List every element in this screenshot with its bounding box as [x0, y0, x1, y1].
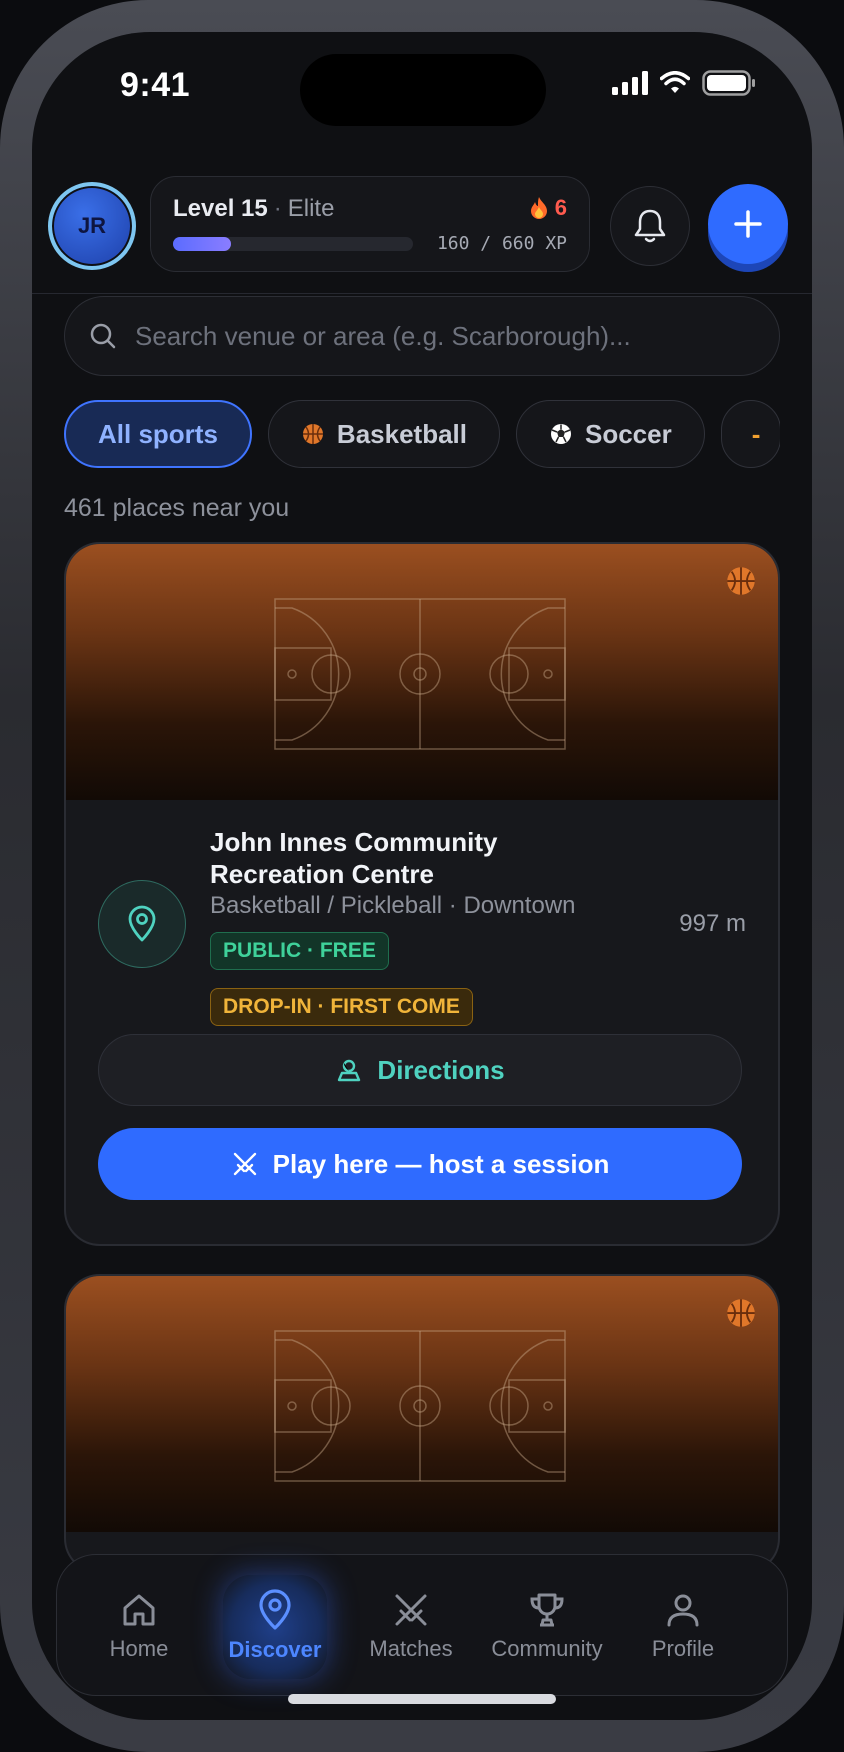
court-diagram [274, 1330, 566, 1482]
venue-distance: 997 m [679, 910, 746, 937]
tab-label: Matches [369, 1636, 453, 1661]
signal-icon [612, 71, 648, 95]
plus-icon [734, 210, 762, 238]
trophy-icon [530, 1593, 564, 1627]
sport-filter-chips: All sports Basketball Soccer - [64, 400, 780, 470]
basketball-icon [727, 567, 755, 595]
tab-profile[interactable]: Profile [615, 1555, 751, 1697]
battery-icon [702, 70, 755, 96]
tab-discover[interactable]: Discover [207, 1555, 343, 1697]
tab-label: Home [109, 1636, 169, 1661]
results-count: 461 places near you [64, 494, 290, 522]
map-person-icon [338, 1059, 361, 1082]
tab-matches[interactable]: Matches [343, 1555, 479, 1697]
wifi-icon [660, 71, 690, 93]
booking-tag: DROP-IN · FIRST COME [210, 988, 473, 1026]
chip-label: Basketball [336, 418, 467, 449]
basketball-icon [727, 1299, 755, 1327]
chip-basketball[interactable]: Basketball [267, 400, 500, 468]
screen: 9:41 JR Level 15 · Elite 6 160 / 660 XP Se… [32, 32, 812, 1720]
directions-button[interactable]: Directions [98, 1034, 742, 1106]
top-header: JR Level 15 · Elite 6 160 / 660 XP [32, 142, 812, 294]
venue-location-badge [98, 880, 186, 968]
bell-icon [634, 209, 666, 243]
host-session-button[interactable]: Play here — host a session [98, 1128, 742, 1200]
search-input[interactable]: Search venue or area (e.g. Scarborough).… [64, 296, 780, 376]
access-tag: PUBLIC · FREE [210, 932, 389, 970]
avatar[interactable]: JR [48, 182, 136, 270]
search-placeholder: Search venue or area (e.g. Scarborough).… [135, 320, 631, 351]
streak-count: 6 [554, 195, 567, 220]
crossed-swords-icon [233, 1152, 256, 1176]
directions-label: Directions [377, 1054, 505, 1085]
device-frame: 9:41 JR Level 15 · Elite 6 160 / 660 XP Se… [0, 0, 844, 1752]
streak-badge: 6 [529, 195, 567, 221]
xp-progress-bar [173, 237, 413, 251]
home-icon [123, 1594, 155, 1626]
venue-name: John Innes Community Recreation Centre [210, 827, 498, 889]
xp-progress-fill [173, 237, 231, 251]
level-card[interactable]: Level 15 · Elite 6 160 / 660 XP [150, 176, 590, 272]
level-label: Level 15 [173, 195, 268, 222]
flame-icon [530, 197, 547, 219]
status-time: 9:41 [120, 66, 191, 104]
user-icon [667, 1594, 699, 1627]
tab-label: Profile [651, 1636, 715, 1661]
home-indicator[interactable] [288, 1694, 556, 1704]
court-diagram [274, 598, 566, 750]
venue-card[interactable]: John Innes Community Recreation Centre B… [64, 542, 780, 1246]
tab-home[interactable]: Home [71, 1555, 207, 1697]
venue-banner [66, 544, 778, 800]
create-button[interactable] [708, 184, 788, 264]
chip-label: Soccer [585, 418, 672, 449]
host-session-label: Play here — host a session [272, 1148, 610, 1179]
dynamic-island [300, 54, 546, 126]
tab-community[interactable]: Community [479, 1555, 615, 1697]
map-pin-icon [128, 905, 156, 942]
tab-label: Community [491, 1636, 603, 1661]
status-icons [612, 70, 756, 96]
level-title: Level 15 · Elite [173, 195, 335, 222]
level-tier: Elite [287, 195, 335, 222]
notifications-button[interactable] [610, 186, 690, 266]
bottom-tab-bar: Home Discover Matches Community Profile [56, 1554, 788, 1696]
chip-all-sports[interactable]: All sports [64, 400, 252, 468]
search-icon [90, 323, 116, 349]
tab-label: Discover [228, 1637, 322, 1662]
crossed-swords-icon [395, 1594, 427, 1626]
venue-banner [66, 1276, 778, 1532]
chip-label: All sports [98, 418, 218, 449]
chip-more[interactable]: - [720, 400, 780, 468]
xp-text: 160 / 660 XP [436, 233, 567, 254]
venue-card[interactable] [64, 1274, 780, 1574]
soccer-icon [551, 424, 571, 444]
venue-sports-area: Basketball / Pickleball · Downtown [210, 892, 576, 919]
venue-info: John Innes Community Recreation Centre B… [66, 800, 778, 1050]
chip-soccer[interactable]: Soccer [516, 400, 705, 468]
status-bar: 9:41 [32, 32, 812, 142]
map-pin-icon [259, 1589, 291, 1630]
basketball-icon [302, 424, 323, 444]
